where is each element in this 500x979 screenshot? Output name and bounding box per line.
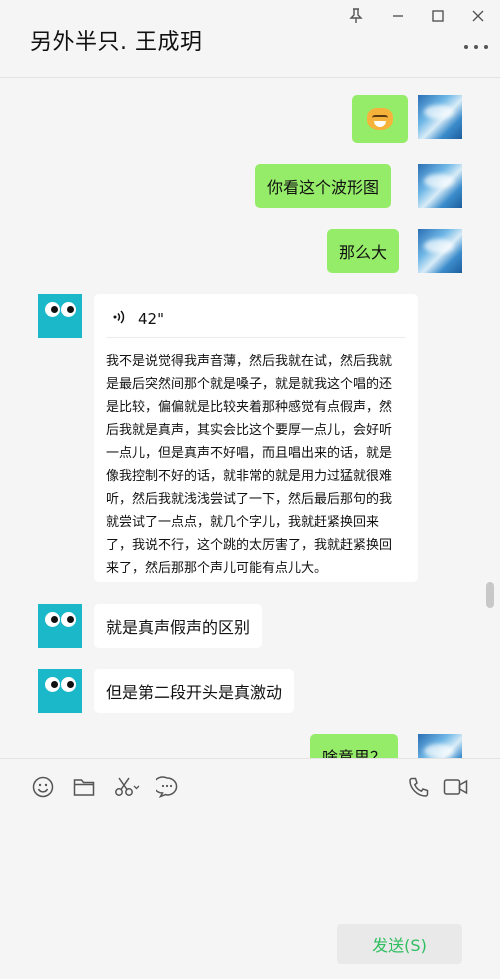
message-bubble-self[interactable]: 啥意思？ (310, 734, 399, 758)
message-text: 那么大 (339, 243, 388, 262)
toolbar-divider (0, 758, 500, 759)
message-text: 就是真声假声的区别 (106, 618, 251, 637)
more-options-icon[interactable] (464, 40, 488, 54)
message-bubble-other[interactable]: 就是真声假声的区别 (94, 604, 263, 648)
voice-duration: 42" (138, 309, 164, 328)
chat-title: 另外半只. 王成玥 (30, 30, 203, 55)
voice-message-header[interactable]: 42" (106, 306, 406, 338)
video-icon[interactable] (443, 775, 469, 799)
chat-header: 另外半只. 王成玥 (0, 0, 500, 78)
scissors-icon[interactable] (113, 775, 141, 799)
avatar-self[interactable] (418, 95, 462, 139)
folder-icon[interactable] (72, 775, 96, 799)
minimize-icon[interactable] (388, 6, 408, 26)
message-bubble-other[interactable]: 但是第二段开头是真激动 (94, 669, 295, 713)
voice-wave-icon (112, 309, 126, 329)
doge-emoji-icon (367, 108, 393, 130)
message-text: 但是第二段开头是真激动 (106, 683, 283, 702)
avatar-self[interactable] (418, 164, 462, 208)
chat-bubble-icon[interactable] (155, 775, 179, 799)
avatar-self[interactable] (418, 734, 462, 758)
message-bubble-self[interactable]: 那么大 (327, 229, 400, 273)
avatar-other[interactable] (38, 669, 82, 713)
avatar-other[interactable] (38, 604, 82, 648)
maximize-icon[interactable] (428, 6, 448, 26)
phone-icon[interactable] (407, 775, 431, 799)
message-bubble-emoji[interactable] (352, 95, 408, 143)
voice-transcript: 我不是说觉得我声音薄，然后我就在试，然后我就是最后突然间那个就是嗓子，就是就我这… (106, 354, 393, 576)
send-button[interactable]: 发送(S) (337, 924, 462, 964)
message-text: 啥意思？ (322, 748, 387, 758)
message-text: 你看这个波形图 (267, 178, 380, 197)
avatar-other[interactable] (38, 294, 82, 338)
chat-message-area[interactable]: 你看这个波形图 那么大 42" 我不是说觉得我声音薄，然后我就在试，然后我就是最… (0, 78, 500, 758)
chat-scrollbar[interactable] (486, 582, 494, 608)
pin-icon[interactable] (346, 6, 366, 26)
avatar-self[interactable] (418, 229, 462, 273)
close-icon[interactable] (468, 6, 488, 26)
voice-message-card[interactable]: 42" 我不是说觉得我声音薄，然后我就在试，然后我就是最后突然间那个就是嗓子，就… (94, 294, 418, 582)
message-bubble-self[interactable]: 你看这个波形图 (255, 164, 392, 208)
emoji-icon[interactable] (31, 775, 55, 799)
